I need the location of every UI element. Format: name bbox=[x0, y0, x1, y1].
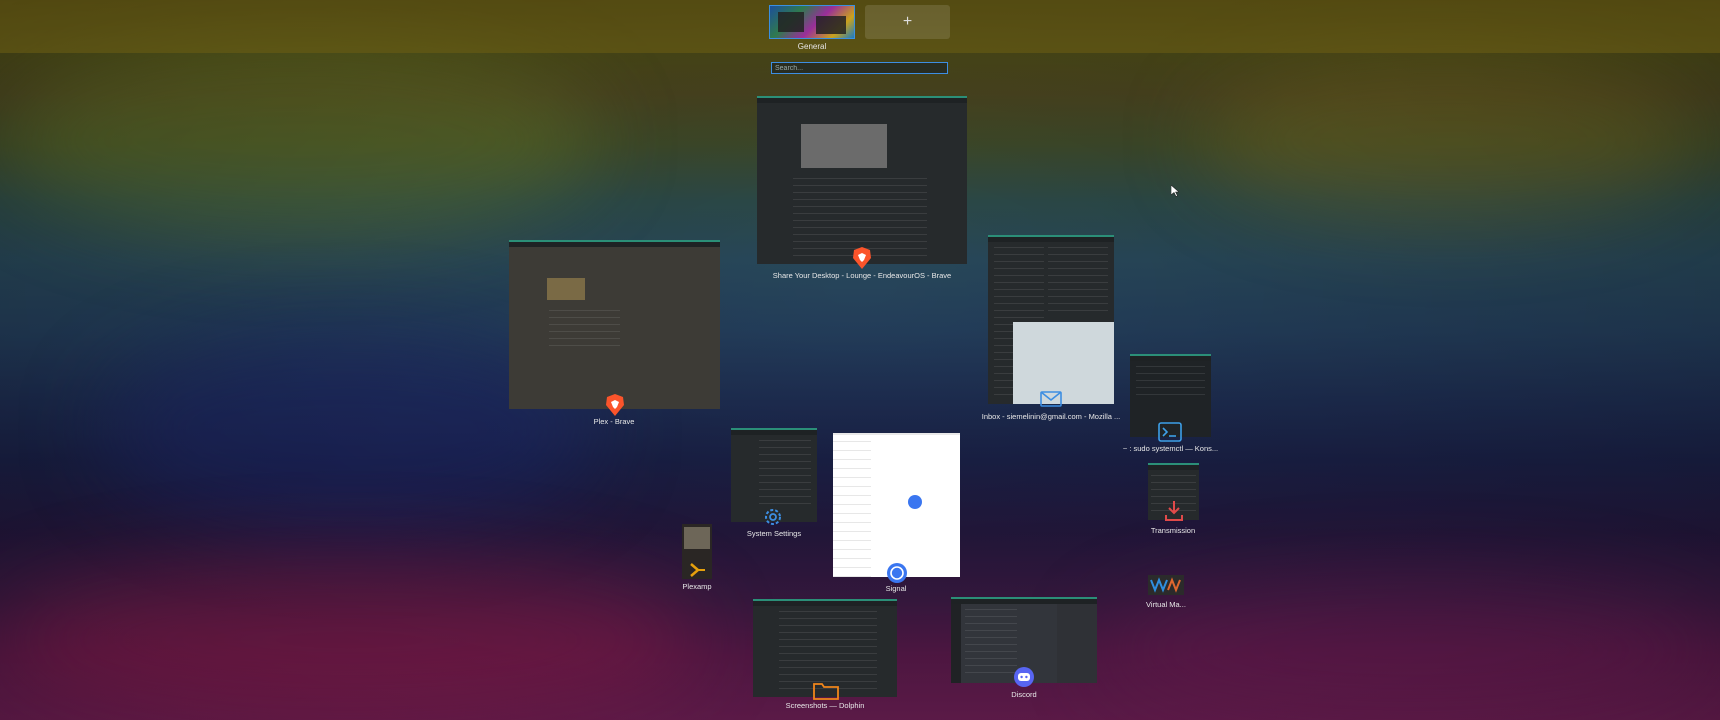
window-thumbnail-signal[interactable] bbox=[833, 433, 960, 577]
brave-icon bbox=[853, 247, 871, 269]
transmission-icon bbox=[1165, 501, 1183, 521]
desktop-bar bbox=[0, 0, 1720, 53]
window-thumbnail-share-desktop[interactable] bbox=[757, 96, 967, 264]
brave-icon bbox=[606, 394, 624, 416]
desktop-thumbnail-general[interactable] bbox=[769, 5, 855, 39]
window-title-virtual-machine: Virtual Ma... bbox=[1146, 600, 1186, 609]
window-title-inbox-mozilla: Inbox - siemelinin@gmail.com - Mozilla .… bbox=[981, 412, 1121, 421]
window-title-share-desktop: Share Your Desktop - Lounge - EndeavourO… bbox=[772, 271, 952, 280]
window-title-plex-brave: Plex - Brave bbox=[593, 417, 635, 426]
terminal-icon bbox=[1158, 422, 1182, 442]
mail-icon bbox=[1040, 391, 1062, 407]
search-input[interactable] bbox=[771, 62, 948, 74]
window-title-system-settings: System Settings bbox=[746, 529, 802, 538]
discord-icon bbox=[1014, 667, 1034, 687]
plexamp-icon bbox=[690, 563, 705, 577]
window-title-discord: Discord bbox=[1011, 690, 1037, 699]
desktop-label-general: General bbox=[797, 42, 827, 51]
window-title-konsole: ~ : sudo systemctl — Kons... bbox=[1122, 444, 1219, 453]
window-title-plexamp: Plexamp bbox=[682, 582, 712, 591]
window-title-dolphin: Screenshots — Dolphin bbox=[785, 701, 865, 710]
window-thumbnail-inbox-mozilla[interactable] bbox=[988, 235, 1114, 404]
folder-icon bbox=[813, 683, 839, 700]
signal-icon bbox=[887, 563, 907, 583]
window-title-signal: Signal bbox=[885, 584, 907, 593]
mouse-pointer-icon bbox=[1171, 185, 1179, 197]
window-thumbnail-plex-brave[interactable] bbox=[509, 240, 720, 409]
window-title-transmission: Transmission bbox=[1150, 526, 1196, 535]
virtual-machine-icon bbox=[1148, 575, 1184, 595]
settings-gear-icon bbox=[765, 509, 781, 525]
add-desktop-button[interactable]: + bbox=[865, 5, 950, 39]
